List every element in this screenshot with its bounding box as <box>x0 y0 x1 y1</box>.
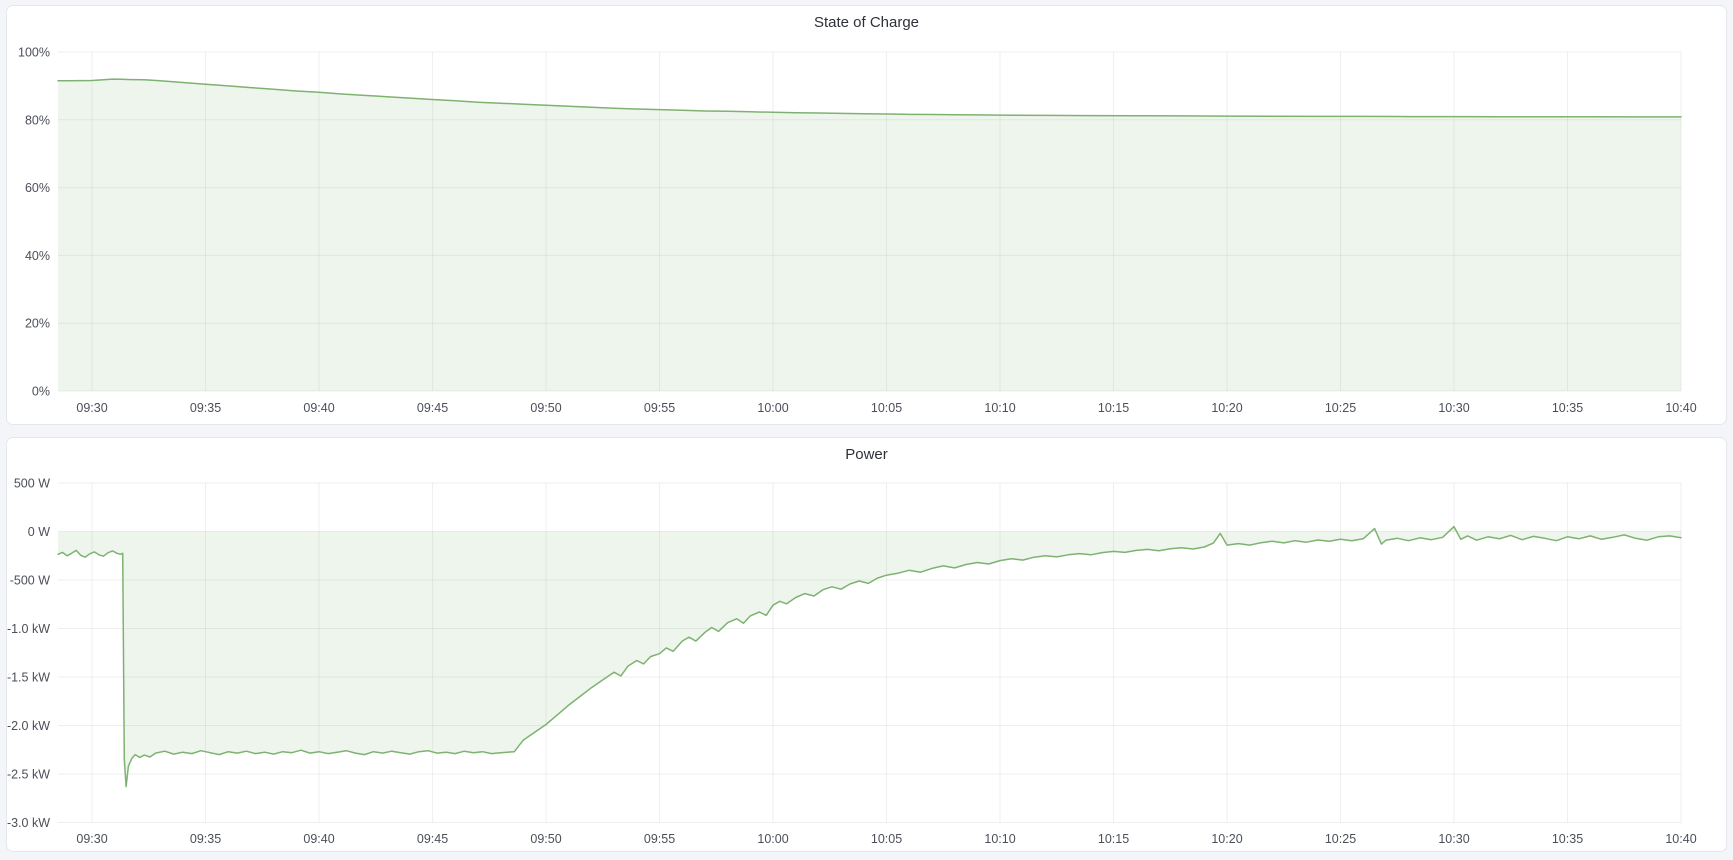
x-axis-tick-label: 09:30 <box>76 832 107 846</box>
y-axis-tick-label: 60% <box>25 181 50 195</box>
x-axis-tick-label: 10:30 <box>1438 401 1469 415</box>
series-1 <box>58 527 1681 787</box>
x-axis-tick-label: 09:40 <box>303 832 334 846</box>
x-axis-tick-label: 10:15 <box>1098 401 1129 415</box>
x-axis-tick-label: 10:30 <box>1438 832 1469 846</box>
x-axis-tick-label: 09:55 <box>644 401 675 415</box>
x-axis-tick-label: 10:35 <box>1552 401 1583 415</box>
x-axis-tick-label: 10:20 <box>1211 832 1242 846</box>
y-axis-tick-label: 80% <box>25 113 50 127</box>
y-axis-tick-label: -2.0 kW <box>7 719 50 733</box>
x-axis-tick-label: 10:00 <box>757 401 788 415</box>
x-axis-tick-label: 10:40 <box>1665 832 1696 846</box>
x-axis-tick-label: 10:05 <box>871 401 902 415</box>
panel-title-state-of-charge[interactable]: State of Charge <box>7 6 1726 38</box>
state-of-charge-chart-canvas[interactable]: 100% 80% 60% 40% 20% 0% 09:30 09:35 09:40 09:45 09… <box>7 38 1726 425</box>
series-0 <box>58 79 1681 391</box>
x-axis-tick-label: 10:40 <box>1665 401 1696 415</box>
power-chart-canvas[interactable]: 500 W 0 W -500 W -1.0 kW -1.5 kW -2.0 kW -2.5 … <box>7 470 1726 851</box>
y-axis-tick-label: -1.0 kW <box>7 622 50 636</box>
x-axis-tick-label: 10:20 <box>1211 401 1242 415</box>
y-axis-tick-label: -3.0 kW <box>7 816 50 830</box>
y-axis-tick-label: 500 W <box>14 477 50 491</box>
x-axis-tick-label: 10:10 <box>984 401 1015 415</box>
x-axis-tick-label: 10:25 <box>1325 832 1356 846</box>
panel-state-of-charge: State of Charge 100% 80% 60% 40% 20% 0% 09:30 0… <box>6 5 1727 425</box>
panel-power: Power 500 W 0 W -500 W -1.0 kW -1.5 kW -2.0 k… <box>6 437 1727 852</box>
x-axis-tick-label: 10:05 <box>871 832 902 846</box>
x-axis-tick-label: 09:50 <box>530 832 561 846</box>
y-axis-tick-label: 0 W <box>28 525 50 539</box>
panel-title-power[interactable]: Power <box>7 438 1726 470</box>
series-area-fill <box>58 527 1681 787</box>
x-axis-tick-label: 09:45 <box>417 832 448 846</box>
y-axis-tick-label: 40% <box>25 249 50 263</box>
y-axis-tick-label: -2.5 kW <box>7 768 50 782</box>
x-axis-tick-label: 10:35 <box>1552 832 1583 846</box>
x-axis-tick-label: 09:35 <box>190 401 221 415</box>
x-axis-tick-label: 10:10 <box>984 832 1015 846</box>
x-axis-tick-label: 10:25 <box>1325 401 1356 415</box>
y-axis-tick-label: -1.5 kW <box>7 671 50 685</box>
x-axis-tick-label: 10:00 <box>757 832 788 846</box>
x-axis-tick-label: 09:35 <box>190 832 221 846</box>
x-axis-tick-label: 09:30 <box>76 401 107 415</box>
dashboard: State of Charge 100% 80% 60% 40% 20% 0% 09:30 0… <box>0 0 1733 860</box>
x-axis-tick-label: 09:55 <box>644 832 675 846</box>
y-axis-tick-label: -500 W <box>10 574 50 588</box>
y-axis-tick-label: 0% <box>32 385 50 399</box>
x-axis-tick-label: 10:15 <box>1098 832 1129 846</box>
y-axis-tick-label: 20% <box>25 317 50 331</box>
y-axis-tick-label: 100% <box>18 46 50 60</box>
x-axis-tick-label: 09:40 <box>303 401 334 415</box>
x-axis-tick-label: 09:45 <box>417 401 448 415</box>
series-area-fill <box>58 79 1681 391</box>
x-axis-tick-label: 09:50 <box>530 401 561 415</box>
